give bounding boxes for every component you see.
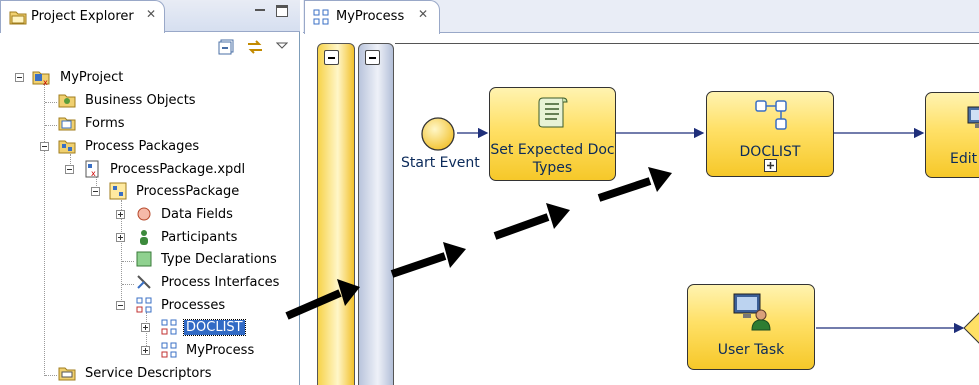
tree-item-service-descriptors[interactable]: Service Descriptors (0, 364, 300, 384)
task-set-expected-doc-types[interactable]: Set Expected Doc Types (489, 87, 616, 181)
tree-item-label: Participants (161, 230, 238, 245)
subprocess-icon (755, 100, 787, 130)
expand-toggle-icon[interactable] (141, 323, 150, 332)
tree-item-label: Processes (161, 298, 226, 313)
tree-item-type-declarations[interactable]: Type Declarations (0, 250, 300, 270)
start-event-label: Start Event (401, 155, 480, 171)
task-user-task[interactable]: User Task (687, 284, 815, 370)
tree-item-label: ProcessPackage.xpdl (110, 162, 246, 177)
maximize-icon[interactable] (276, 5, 288, 17)
tree-item-label: Service Descriptors (85, 366, 212, 381)
project-explorer-title: Project Explorer (31, 9, 134, 24)
tree-item-label: Type Declarations (161, 252, 277, 267)
editor-tab-bar: MyProcess ✕ (303, 0, 979, 34)
process-icon (161, 319, 177, 335)
script-task-icon (538, 97, 568, 128)
data-fields-icon (137, 207, 151, 221)
participants-icon (140, 230, 148, 245)
svg-text:x: x (43, 78, 48, 86)
process-editor: MyProcess ✕ Start Event Set Expected Doc… (303, 0, 979, 385)
tree-item-label: Data Fields (161, 207, 233, 222)
tree-item-myproject[interactable]: x MyProject (0, 68, 300, 88)
tree-item-label: MyProject (60, 70, 124, 85)
business-objects-folder-icon (58, 94, 76, 108)
collapse-all-icon[interactable] (218, 39, 236, 55)
tree-item-myprocess[interactable]: MyProcess (0, 341, 300, 361)
expand-toggle-icon[interactable] (116, 210, 125, 219)
tree-item-label: MyProcess (186, 343, 255, 358)
tree-item-label: Forms (85, 116, 125, 131)
process-icon (161, 342, 177, 358)
process-package-icon (109, 182, 127, 200)
expand-subprocess-icon[interactable] (764, 159, 777, 172)
task-edit-label: Edit (950, 151, 978, 167)
tree-item-label-selected: DOCLIST (183, 319, 246, 336)
tree-item-participants[interactable]: Participants (0, 228, 300, 248)
tree-item-label: ProcessPackage (136, 184, 240, 199)
project-explorer-tab[interactable]: Project Explorer ✕ (0, 0, 165, 33)
explorer-toolbar (0, 33, 300, 61)
tree-item-data-fields[interactable]: Data Fields (0, 205, 300, 225)
project-explorer-view: Project Explorer ✕ x MyProject Business … (0, 0, 300, 385)
close-icon[interactable]: ✕ (418, 7, 428, 21)
tree-item-processes[interactable]: Processes (0, 296, 300, 316)
collapse-toggle-icon[interactable] (65, 165, 74, 174)
task-label-line2: Types (532, 160, 573, 176)
tree-item-forms[interactable]: Forms (0, 114, 300, 134)
tree-item-label: Process Interfaces (161, 275, 280, 290)
subprocess-doclist[interactable]: DOCLIST (706, 91, 834, 177)
explorer-tab-bar: Project Explorer ✕ (0, 0, 300, 33)
type-declarations-icon (136, 251, 152, 267)
process-icon (313, 9, 329, 25)
process-packages-icon (58, 140, 76, 154)
svg-text:x: x (91, 169, 96, 178)
tree-item-processpackage[interactable]: ProcessPackage (0, 182, 300, 202)
user-task-icon (733, 293, 771, 331)
myprocess-editor-tab[interactable]: MyProcess ✕ (304, 0, 440, 34)
expand-toggle-icon[interactable] (116, 233, 125, 242)
sequence-flows (457, 127, 979, 344)
collapse-toggle-icon[interactable] (15, 73, 24, 82)
minimize-icon[interactable] (254, 5, 266, 17)
task-edit[interactable]: Edit (925, 92, 979, 178)
link-with-editor-icon[interactable] (246, 39, 264, 55)
tree-item-label: Process Packages (85, 139, 200, 154)
service-descriptors-icon (58, 367, 76, 381)
tree-item-business-objects[interactable]: Business Objects (0, 91, 300, 111)
collapse-toggle-icon[interactable] (116, 301, 125, 310)
process-interfaces-icon (137, 275, 151, 289)
close-icon[interactable]: ✕ (146, 7, 156, 21)
tree-item-label: Business Objects (85, 93, 196, 108)
user-task-label: User Task (717, 342, 785, 358)
tree-item-processpackage-xpdl[interactable]: x ProcessPackage.xpdl (0, 160, 300, 180)
editor-tab-title: MyProcess (336, 9, 405, 24)
tree-item-process-interfaces[interactable]: Process Interfaces (0, 273, 300, 293)
forms-folder-icon (58, 117, 76, 131)
process-diagram-canvas[interactable]: Start Event Set Expected Doc Types DOCLI… (303, 34, 979, 385)
view-menu-icon[interactable] (276, 39, 288, 55)
project-icon: x (32, 71, 50, 86)
processes-icon (136, 297, 152, 313)
tree-item-doclist[interactable]: DOCLIST (0, 318, 300, 338)
collapse-toggle-icon[interactable] (91, 187, 100, 196)
user-task-icon (967, 106, 979, 128)
project-explorer-icon (9, 11, 27, 25)
tree-item-process-packages[interactable]: Process Packages (0, 137, 300, 157)
expand-toggle-icon[interactable] (141, 346, 150, 355)
xpdl-file-icon: x (85, 160, 99, 178)
gateway-shape (963, 312, 979, 344)
task-label-line1: Set Expected Doc (490, 142, 615, 158)
collapse-toggle-icon[interactable] (40, 142, 49, 151)
start-event-shape[interactable] (420, 116, 456, 152)
